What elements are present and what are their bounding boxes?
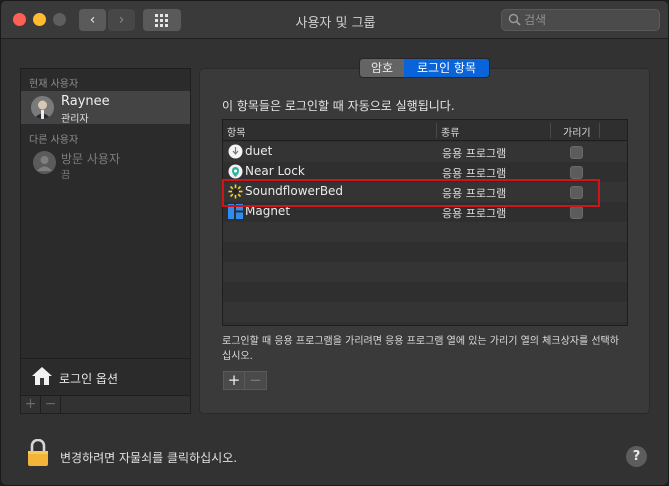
- selection-highlight-box: [222, 179, 600, 207]
- tab-login-items[interactable]: 로그인 항목: [404, 59, 489, 77]
- column-divider: [550, 123, 551, 138]
- person-icon: [37, 156, 52, 171]
- table-row[interactable]: duet 응용 프로그램: [223, 142, 627, 162]
- search-icon: [508, 13, 521, 26]
- empty-row: [223, 282, 627, 302]
- search-field[interactable]: [501, 9, 660, 31]
- system-preferences-window: ‹ › 사용자 및 그룹 현재 사용자: [0, 0, 669, 486]
- search-input[interactable]: [524, 12, 654, 28]
- hide-checkbox[interactable]: [570, 206, 583, 219]
- remove-login-item-button[interactable]: −: [245, 372, 266, 389]
- login-items-toolbar: + −: [223, 371, 267, 390]
- empty-row: [223, 222, 627, 242]
- hide-checkbox[interactable]: [570, 146, 583, 159]
- sidebar-toolbar: + −: [21, 395, 190, 413]
- tab-bar: 암호 로그인 항목: [359, 58, 490, 78]
- user-row-guest[interactable]: 방문 사용자 끔: [21, 147, 190, 181]
- title-bar: ‹ › 사용자 및 그룹: [1, 1, 668, 39]
- login-options-label: 로그인 옵션: [59, 372, 119, 386]
- column-divider: [599, 123, 600, 138]
- users-sidebar: 현재 사용자 Raynee 관리자 다른 사용자 방문 사용자 끔 로그인 옵션…: [20, 68, 191, 414]
- column-header-item[interactable]: 항목: [227, 124, 245, 139]
- empty-row: [223, 262, 627, 282]
- help-button[interactable]: ?: [626, 446, 647, 467]
- near-lock-icon: [228, 164, 243, 179]
- app-kind: 응용 프로그램: [442, 207, 507, 220]
- guest-user-name: 방문 사용자: [61, 152, 121, 166]
- add-user-button[interactable]: +: [21, 396, 41, 413]
- login-items-description: 이 항목들은 로그인할 때 자동으로 실행됩니다.: [222, 99, 455, 113]
- column-header-kind[interactable]: 종류: [441, 124, 459, 139]
- empty-row: [223, 302, 627, 322]
- login-items-table: 항목 종류 가리기 duet 응용 프로그램 Near Lock 응용 프로그램: [222, 119, 628, 326]
- app-kind: 응용 프로그램: [442, 147, 507, 160]
- empty-row: [223, 242, 627, 262]
- lock-message: 변경하려면 자물쇠를 클릭하십시오.: [60, 451, 238, 465]
- column-header-hide[interactable]: 가리기: [563, 124, 591, 139]
- lock-icon[interactable]: [27, 439, 49, 467]
- tab-password[interactable]: 암호: [360, 59, 404, 77]
- login-options-item[interactable]: 로그인 옵션: [21, 358, 190, 394]
- table-header: 항목 종류 가리기: [223, 120, 627, 141]
- user-role: 관리자: [61, 114, 89, 125]
- app-name: Near Lock: [245, 164, 305, 178]
- user-row-raynee[interactable]: Raynee 관리자: [21, 91, 190, 125]
- avatar: [31, 96, 54, 119]
- user-name: Raynee: [61, 94, 110, 109]
- guest-avatar: [33, 151, 56, 174]
- current-users-header: 현재 사용자: [29, 79, 79, 90]
- house-icon: [32, 367, 52, 385]
- duet-icon: [228, 144, 243, 159]
- hide-instructions: 로그인할 때 응용 프로그램을 가리려면 응용 프로그램 열에 있는 가리기 열…: [222, 336, 619, 362]
- add-login-item-button[interactable]: +: [224, 372, 245, 389]
- app-name: duet: [245, 144, 273, 158]
- remove-user-button[interactable]: −: [41, 396, 61, 413]
- hide-checkbox[interactable]: [570, 166, 583, 179]
- column-divider: [436, 123, 437, 138]
- guest-user-status: 끔: [61, 170, 71, 181]
- other-users-header: 다른 사용자: [29, 135, 79, 146]
